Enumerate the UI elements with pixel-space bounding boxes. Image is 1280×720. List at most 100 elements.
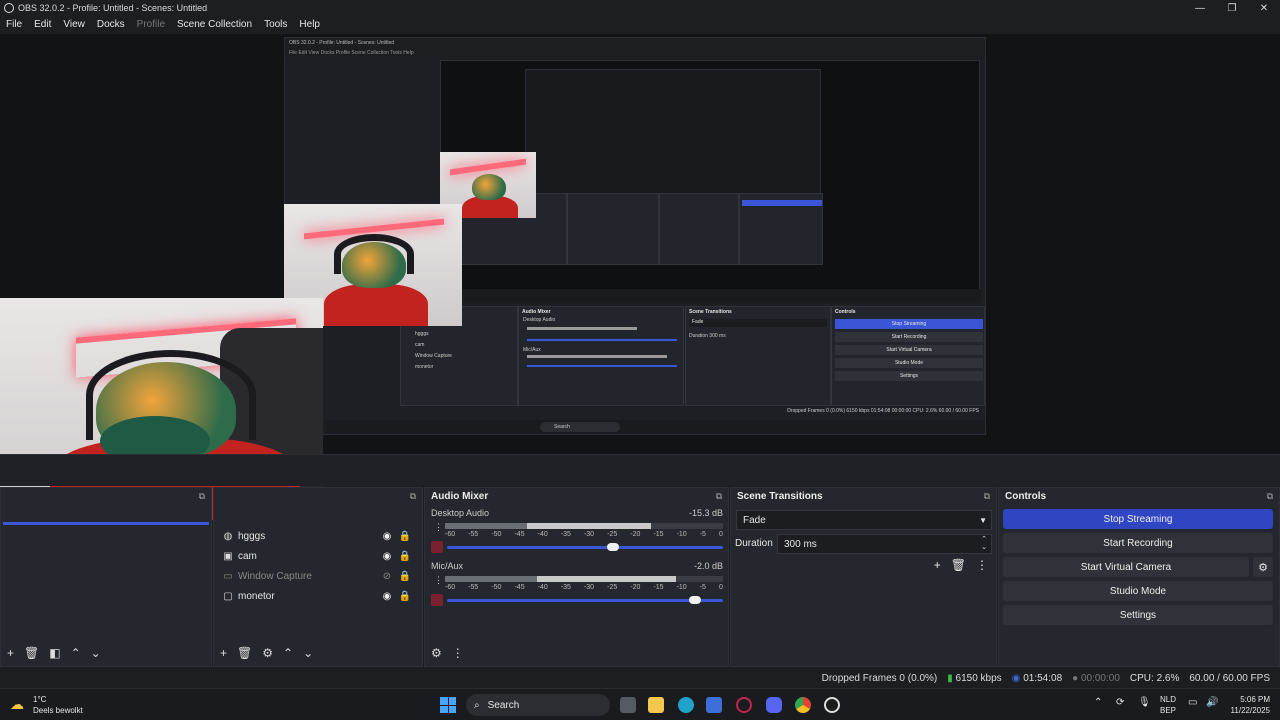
remove-source-button[interactable]: 🗑 [237,646,252,660]
remove-scene-button[interactable]: 🗑 [24,646,39,660]
add-transition-button[interactable]: + [934,558,941,572]
meter-tick-label: -5 [699,531,706,538]
meter-tick-label: -10 [676,531,687,538]
meter-tick-label: 0 [718,584,723,591]
move-source-down-button[interactable]: ⌄ [303,646,313,660]
undock-icon[interactable]: ⧉ [1267,491,1273,502]
menu-help[interactable]: Help [293,19,326,30]
menu-docks[interactable]: Docks [91,19,131,30]
visibility-hidden-icon[interactable]: ⊘ [378,571,396,582]
volume-slider[interactable] [447,596,723,604]
studio-mode-button[interactable]: Studio Mode [1003,581,1273,601]
duration-input[interactable]: 300 ms ⌃ ⌄ [777,534,992,554]
inner-taskbar: Search [325,420,985,434]
transition-select[interactable]: Fade ▼ [736,510,992,530]
lock-icon[interactable]: 🔒 [396,551,414,562]
mixer-settings-gear-icon[interactable]: ⚙ [431,646,442,660]
menu-edit[interactable]: Edit [28,19,57,30]
edge-icon[interactable] [678,697,694,713]
display-icon[interactable]: ▭ [1188,697,1197,708]
source-row[interactable]: ▣ cam ◉ 🔒 [214,546,422,566]
dropped-frames: Dropped Frames 0 (0.0%) [821,672,938,684]
mute-speaker-icon[interactable] [431,541,443,553]
undock-icon[interactable]: ⧉ [984,491,990,502]
visibility-eye-icon[interactable]: ◉ [378,591,396,602]
meter-tick-label: -60 [445,584,456,591]
move-scene-down-button[interactable]: ⌄ [91,646,101,660]
scene-filters-button[interactable]: ◧ [49,646,60,660]
menu-bar: File Edit View Docks Profile Scene Colle… [0,16,1280,32]
channel-db: -15.3 dB [688,508,723,518]
language-indicator[interactable]: NLD BEP [1160,694,1176,716]
volume-icon[interactable]: 🔊 [1206,697,1218,708]
volume-slider[interactable] [447,543,723,551]
weather-icon[interactable]: ☁ [10,696,28,712]
meter-tick-label: -30 [583,531,595,538]
meter-tick-label: -40 [537,531,548,538]
move-scene-up-button[interactable]: ⌃ [71,646,81,660]
undock-icon[interactable]: ⧉ [199,491,205,502]
meter-tick-label: -40 [537,584,548,591]
menu-tools[interactable]: Tools [258,19,293,30]
add-source-button[interactable]: + [220,646,227,660]
opera-gx-icon[interactable] [736,697,752,713]
source-row[interactable]: ▭ Window Capture ⊘ 🔒 [214,566,422,586]
lock-icon[interactable]: 🔒 [396,531,414,542]
window-title: OBS 32.0.2 - Profile: Untitled - Scenes:… [18,3,208,13]
virtual-camera-gear-icon[interactable]: ⚙ [1253,557,1273,577]
stream-icon: ◉ [1011,672,1021,684]
transition-menu-dots-icon[interactable]: ⋮ [976,558,988,572]
minimize-button[interactable]: — [1184,0,1216,16]
lock-icon[interactable]: 🔒 [396,571,414,582]
start-virtual-camera-button[interactable]: Start Virtual Camera [1003,557,1249,577]
add-scene-button[interactable]: + [7,646,14,660]
clock[interactable]: 5:06 PM 11/22/2025 [1222,694,1270,716]
signal-bars-icon: ▮ [947,672,953,684]
move-source-up-button[interactable]: ⌃ [283,646,293,660]
source-row[interactable]: ▢ monetor ◉ 🔒 [214,586,422,606]
start-recording-button[interactable]: Start Recording [1003,533,1273,553]
maximize-button[interactable]: ❐ [1216,0,1248,16]
undock-icon[interactable]: ⧉ [410,491,416,502]
lock-icon[interactable]: 🔒 [396,591,414,602]
settings-button[interactable]: Settings [1003,605,1273,625]
channel-name: Mic/Aux [431,561,464,571]
tray-sync-icon[interactable]: ⟳ [1116,697,1124,708]
remove-transition-button[interactable]: 🗑 [951,558,966,572]
close-button[interactable]: ✕ [1248,0,1280,16]
stop-streaming-button[interactable]: Stop Streaming [1003,509,1273,529]
file-explorer-icon[interactable] [648,697,664,713]
tray-chevron-up-icon[interactable]: ⌃ [1094,697,1102,708]
undock-icon[interactable]: ⧉ [716,491,722,502]
inner-audio-panel: Audio Mixer Desktop Audio Mic/Aux [518,306,684,406]
source-properties-gear-icon[interactable]: ⚙ [262,646,273,660]
task-view-icon[interactable] [620,697,636,713]
spinner-arrows-icon[interactable]: ⌃ ⌄ [981,536,987,552]
meter-tick-label: -60 [445,531,456,538]
sources-dock: ⧉ ◍ hgggs ◉ 🔒 ▣ cam ◉ 🔒 ▭ Window Capture… [213,487,423,667]
weather-widget[interactable]: 1°C Deels bewolkt [33,694,83,716]
menu-view[interactable]: View [57,19,91,30]
chrome-icon[interactable] [795,697,811,713]
source-row[interactable]: ◍ hgggs ◉ 🔒 [214,526,422,546]
menu-scene-collection[interactable]: Scene Collection [171,19,258,30]
discord-icon[interactable] [766,697,782,713]
selected-scene-indicator[interactable] [3,522,209,525]
channel-menu-dots-icon[interactable]: ⋮ [434,575,443,586]
microphone-icon[interactable]: 🎙 [1138,697,1151,708]
mixer-menu-dots-icon[interactable]: ⋮ [452,646,464,660]
level-meter [445,523,723,529]
visibility-eye-icon[interactable]: ◉ [378,551,396,562]
menu-file[interactable]: File [0,19,28,30]
fps-readout: 60.00 / 60.00 FPS [1189,672,1270,684]
store-icon[interactable] [706,697,722,713]
obs-taskbar-icon[interactable] [824,697,840,713]
windows-start-icon[interactable] [440,697,456,713]
mute-speaker-icon[interactable] [431,594,443,606]
channel-menu-dots-icon[interactable]: ⋮ [434,522,443,533]
preview-bottom-strip [0,454,1280,486]
meter-tick-label: -50 [491,531,502,538]
taskbar-search[interactable]: ⌕ Search [466,694,610,716]
obs-logo-icon [4,3,14,13]
visibility-eye-icon[interactable]: ◉ [378,531,396,542]
